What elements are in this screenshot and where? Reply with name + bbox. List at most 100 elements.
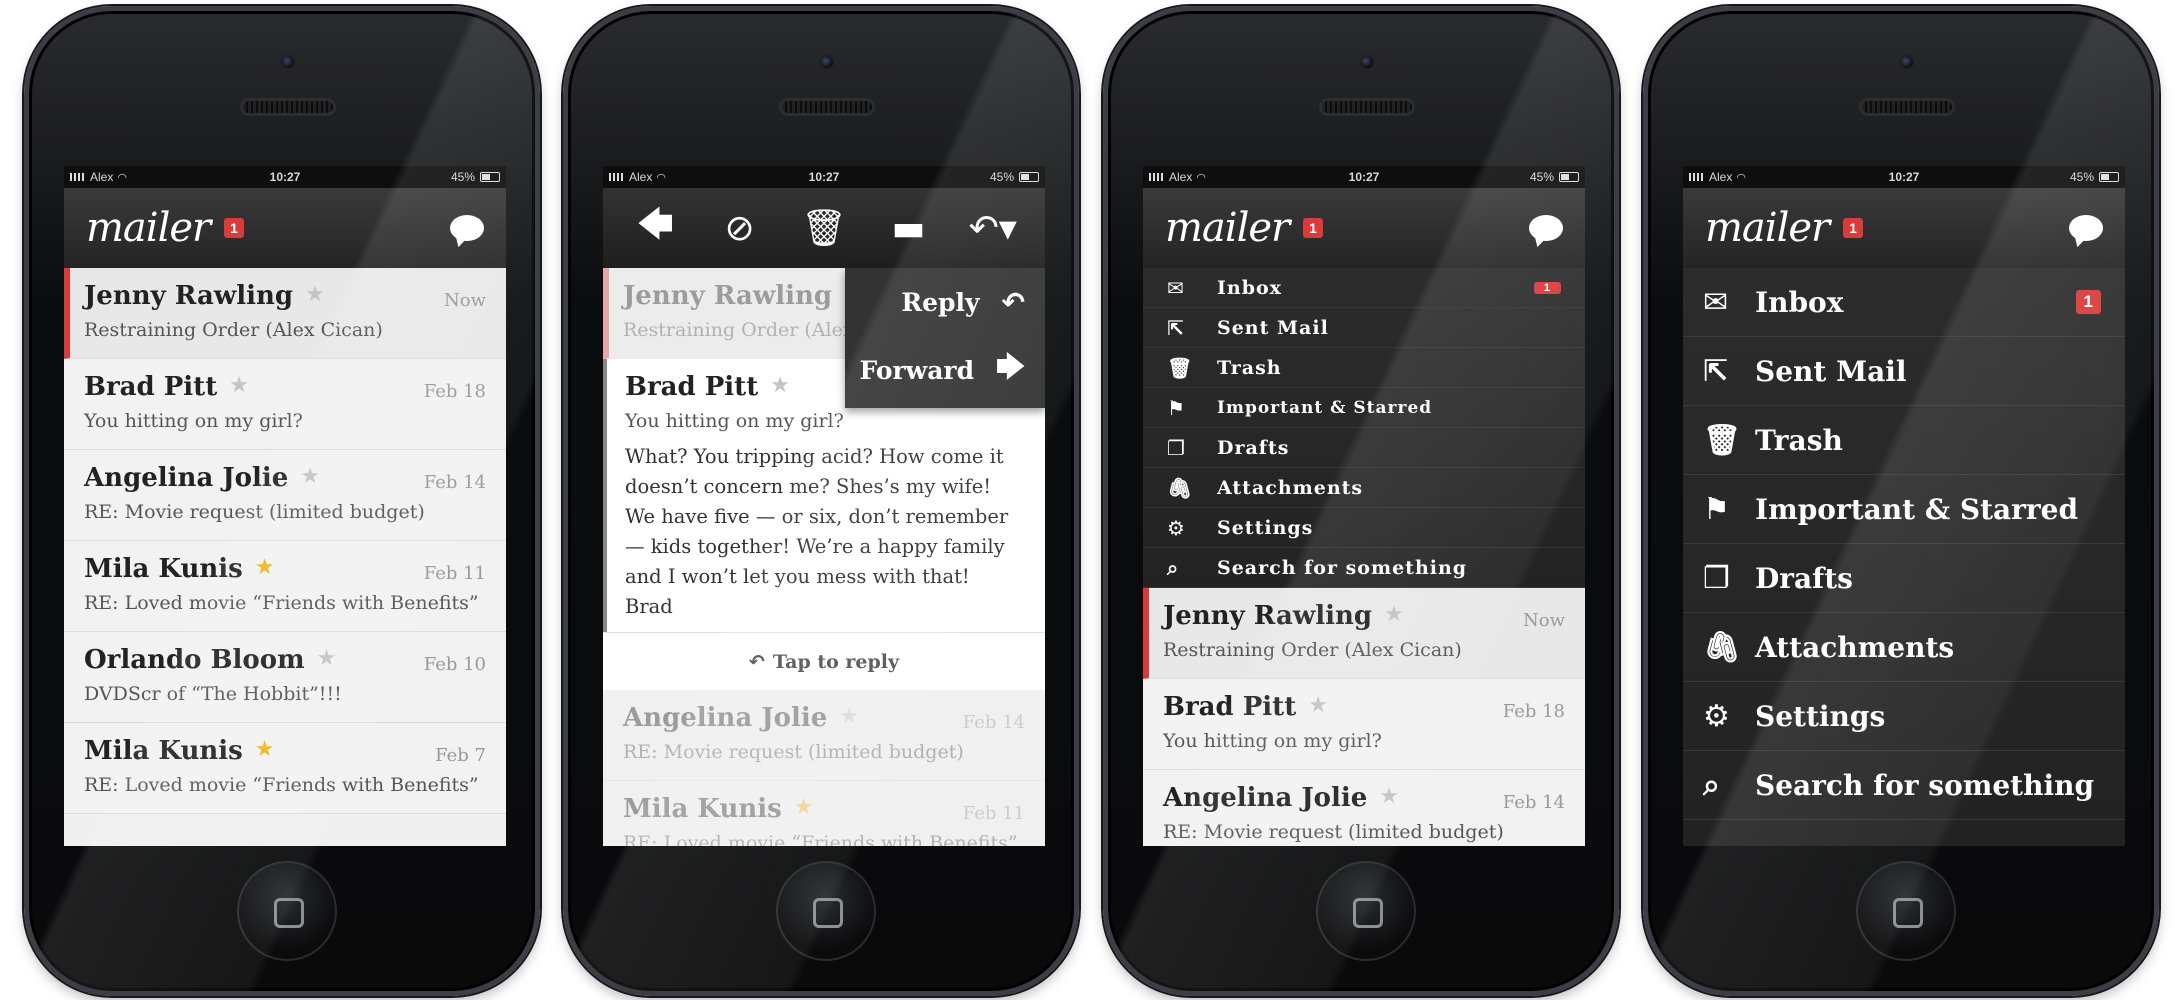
mail-subject: RE: Movie request (limited budget) bbox=[84, 501, 425, 523]
block-icon[interactable]: ⊘ bbox=[715, 208, 765, 249]
star-icon[interactable]: ★ bbox=[255, 555, 275, 580]
mail-row[interactable]: Brad Pitt ★ Feb 18 You hitting on my girl? bbox=[1143, 679, 1585, 770]
side-menu: ✉ Inbox 1 ⇱ Sent Mail 🗑 Trash ⚑ Important & S… bbox=[1683, 268, 2125, 820]
status-bar: Alex ◠ 10:27 45% bbox=[64, 166, 506, 188]
reply-label: Reply bbox=[901, 287, 980, 317]
menu-item-search[interactable]: ⌕ Search for something bbox=[1143, 548, 1585, 588]
star-icon[interactable]: ★ bbox=[1308, 693, 1328, 718]
star-icon[interactable]: ★ bbox=[1379, 784, 1399, 809]
star-icon[interactable]: ★ bbox=[770, 373, 790, 398]
forward-label: Forward bbox=[859, 355, 975, 385]
clock: 10:27 bbox=[269, 170, 301, 184]
sender: Jenny Rawling bbox=[84, 281, 294, 311]
home-button[interactable] bbox=[1856, 861, 1956, 961]
compose-chat-icon[interactable] bbox=[450, 215, 484, 241]
paperclip-icon: 🖇 bbox=[1167, 475, 1194, 500]
tap-to-reply-button[interactable]: ↶ Tap to reply bbox=[603, 632, 1045, 690]
menu-item-drafts[interactable]: ❐ Drafts bbox=[1143, 428, 1585, 468]
sender: Angelina Jolie bbox=[1163, 783, 1368, 813]
home-button[interactable] bbox=[1316, 861, 1416, 961]
trash-icon[interactable]: 🗑 bbox=[799, 207, 849, 249]
menu-item-attachments[interactable]: 🖇 Attachments bbox=[1143, 468, 1585, 508]
sender: Jenny Rawling bbox=[1163, 601, 1373, 631]
mail-subject: DVDScr of “The Hobbit”!!! bbox=[84, 683, 342, 705]
back-arrow-icon[interactable]: 🡄 bbox=[630, 198, 680, 259]
compose-chat-icon[interactable] bbox=[1529, 215, 1563, 241]
mail-list: Jenny Rawling ★ Now Restraining Order (Alex… bbox=[64, 268, 506, 814]
unread-badge: 1 bbox=[224, 218, 244, 238]
menu-item-important[interactable]: ⚑ Important & Starred bbox=[1143, 388, 1585, 428]
sender: Mila Kunis bbox=[84, 554, 243, 584]
menu-item-sent[interactable]: ⇱ Sent Mail bbox=[1143, 308, 1585, 348]
menu-item-attachments[interactable]: 🖇 Attachments bbox=[1683, 613, 2125, 682]
mail-row[interactable]: Jenny Rawling ★ Now Restraining Order (Alex… bbox=[64, 268, 506, 359]
inbox-badge: 1 bbox=[2075, 290, 2101, 314]
star-icon[interactable]: ★ bbox=[229, 373, 249, 398]
menu-label: Sent Mail bbox=[1755, 354, 1907, 388]
menu-item-settings[interactable]: ⚙ Settings bbox=[1683, 682, 2125, 751]
screen: Alex ◠ 10:27 45% mailer 1 Jenny Rawling ★ N… bbox=[64, 166, 506, 846]
home-button[interactable] bbox=[237, 861, 337, 961]
screen: Alex ◠ 10:27 45% mailer 1 ✉ Inbox 1 ⇱ Sent M… bbox=[1683, 166, 2125, 846]
compose-chat-icon[interactable] bbox=[2069, 215, 2103, 241]
menu-label: Attachments bbox=[1217, 476, 1364, 499]
star-icon[interactable]: ★ bbox=[794, 795, 814, 820]
gear-icon: ⚙ bbox=[1703, 698, 1730, 734]
status-bar: Alex ◠ 10:27 45% bbox=[1683, 166, 2125, 188]
menu-label: Attachments bbox=[1755, 630, 1955, 664]
home-square-icon bbox=[813, 898, 843, 928]
mail-row[interactable]: Jenny Rawling ★ Now Restraining Order (Alex… bbox=[1143, 588, 1585, 679]
mail-date: Feb 14 bbox=[962, 712, 1025, 733]
menu-item-trash[interactable]: 🗑 Trash bbox=[1683, 406, 2125, 475]
menu-item-inbox[interactable]: ✉ Inbox 1 bbox=[1683, 268, 2125, 337]
folder-icon[interactable]: ▬ bbox=[883, 208, 933, 249]
mail-row[interactable]: Orlando Bloom ★ Feb 10 DVDScr of “The Hobbi… bbox=[64, 632, 506, 723]
screen: Alex ◠ 10:27 45% mailer 1 ✉ Inbox 1 ⇱ Sent M… bbox=[1143, 166, 1585, 846]
mail-row[interactable]: Mila Kunis ★ Feb 11 RE: Loved movie “Friend… bbox=[603, 781, 1045, 846]
star-icon[interactable]: ★ bbox=[300, 464, 320, 489]
earpiece-speaker bbox=[240, 98, 336, 116]
mail-row[interactable]: Mila Kunis ★ Feb 11 RE: Loved movie “Friend… bbox=[64, 541, 506, 632]
home-button[interactable] bbox=[776, 861, 876, 961]
earpiece-speaker bbox=[1319, 98, 1415, 116]
menu-item-inbox[interactable]: ✉ Inbox 1 bbox=[1143, 268, 1585, 308]
reply-option[interactable]: Reply ↶ bbox=[845, 268, 1045, 336]
star-icon[interactable]: ★ bbox=[1384, 602, 1404, 627]
menu-item-search[interactable]: ⌕ Search for something bbox=[1683, 751, 2125, 820]
star-icon[interactable]: ★ bbox=[255, 737, 275, 762]
mute-switch bbox=[1643, 161, 1647, 201]
share-icon: ⇱ bbox=[1703, 353, 1729, 389]
trash-icon: 🗑 bbox=[1167, 355, 1194, 380]
mail-row[interactable]: Mila Kunis ★ Feb 7 RE: Loved movie “Friends… bbox=[64, 723, 506, 814]
flag-icon: ⚑ bbox=[1167, 395, 1186, 420]
sender: Orlando Bloom bbox=[84, 645, 305, 675]
mail-date: Feb 10 bbox=[423, 654, 486, 675]
mail-date: Feb 18 bbox=[423, 381, 486, 402]
earpiece-speaker bbox=[1859, 98, 1955, 116]
mail-date: Now bbox=[444, 290, 486, 311]
battery-icon bbox=[1559, 172, 1579, 182]
mail-subject: RE: Loved movie “Friends with Benefits” bbox=[84, 592, 479, 614]
menu-label: Inbox bbox=[1755, 285, 1844, 319]
mail-date: Feb 14 bbox=[423, 472, 486, 493]
menu-item-trash[interactable]: 🗑 Trash bbox=[1143, 348, 1585, 388]
star-icon[interactable]: ★ bbox=[305, 282, 325, 307]
mail-row[interactable]: Angelina Jolie ★ Feb 14 RE: Movie request (… bbox=[603, 690, 1045, 781]
mail-row[interactable]: Brad Pitt ★ Feb 18 You hitting on my girl? bbox=[64, 359, 506, 450]
mail-row[interactable]: Angelina Jolie ★ Feb 14 RE: Movie request (… bbox=[64, 450, 506, 541]
menu-item-important[interactable]: ⚑ Important & Starred bbox=[1683, 475, 2125, 544]
star-icon[interactable]: ★ bbox=[317, 646, 337, 671]
phone-reading: Alex ◠ 10:27 45% 🡄 ⊘ 🗑 ▬ ↶▾ Jenny Rawling… bbox=[563, 6, 1079, 996]
documents-icon: ❐ bbox=[1703, 560, 1730, 596]
mail-date: Feb 11 bbox=[962, 803, 1025, 824]
menu-item-sent[interactable]: ⇱ Sent Mail bbox=[1683, 337, 2125, 406]
forward-option[interactable]: Forward 🡆 bbox=[845, 336, 1045, 404]
mail-date: Feb 7 bbox=[435, 745, 486, 766]
unread-badge: 1 bbox=[1303, 218, 1323, 238]
menu-item-drafts[interactable]: ❐ Drafts bbox=[1683, 544, 2125, 613]
star-icon[interactable]: ★ bbox=[839, 704, 859, 729]
mail-row[interactable]: Angelina Jolie ★ Feb 14 RE: Movie request (… bbox=[1143, 770, 1585, 846]
menu-item-settings[interactable]: ⚙ Settings bbox=[1143, 508, 1585, 548]
mail-subject: RE: Movie request (limited budget) bbox=[623, 741, 964, 763]
reply-dropdown-icon[interactable]: ↶▾ bbox=[968, 208, 1018, 249]
